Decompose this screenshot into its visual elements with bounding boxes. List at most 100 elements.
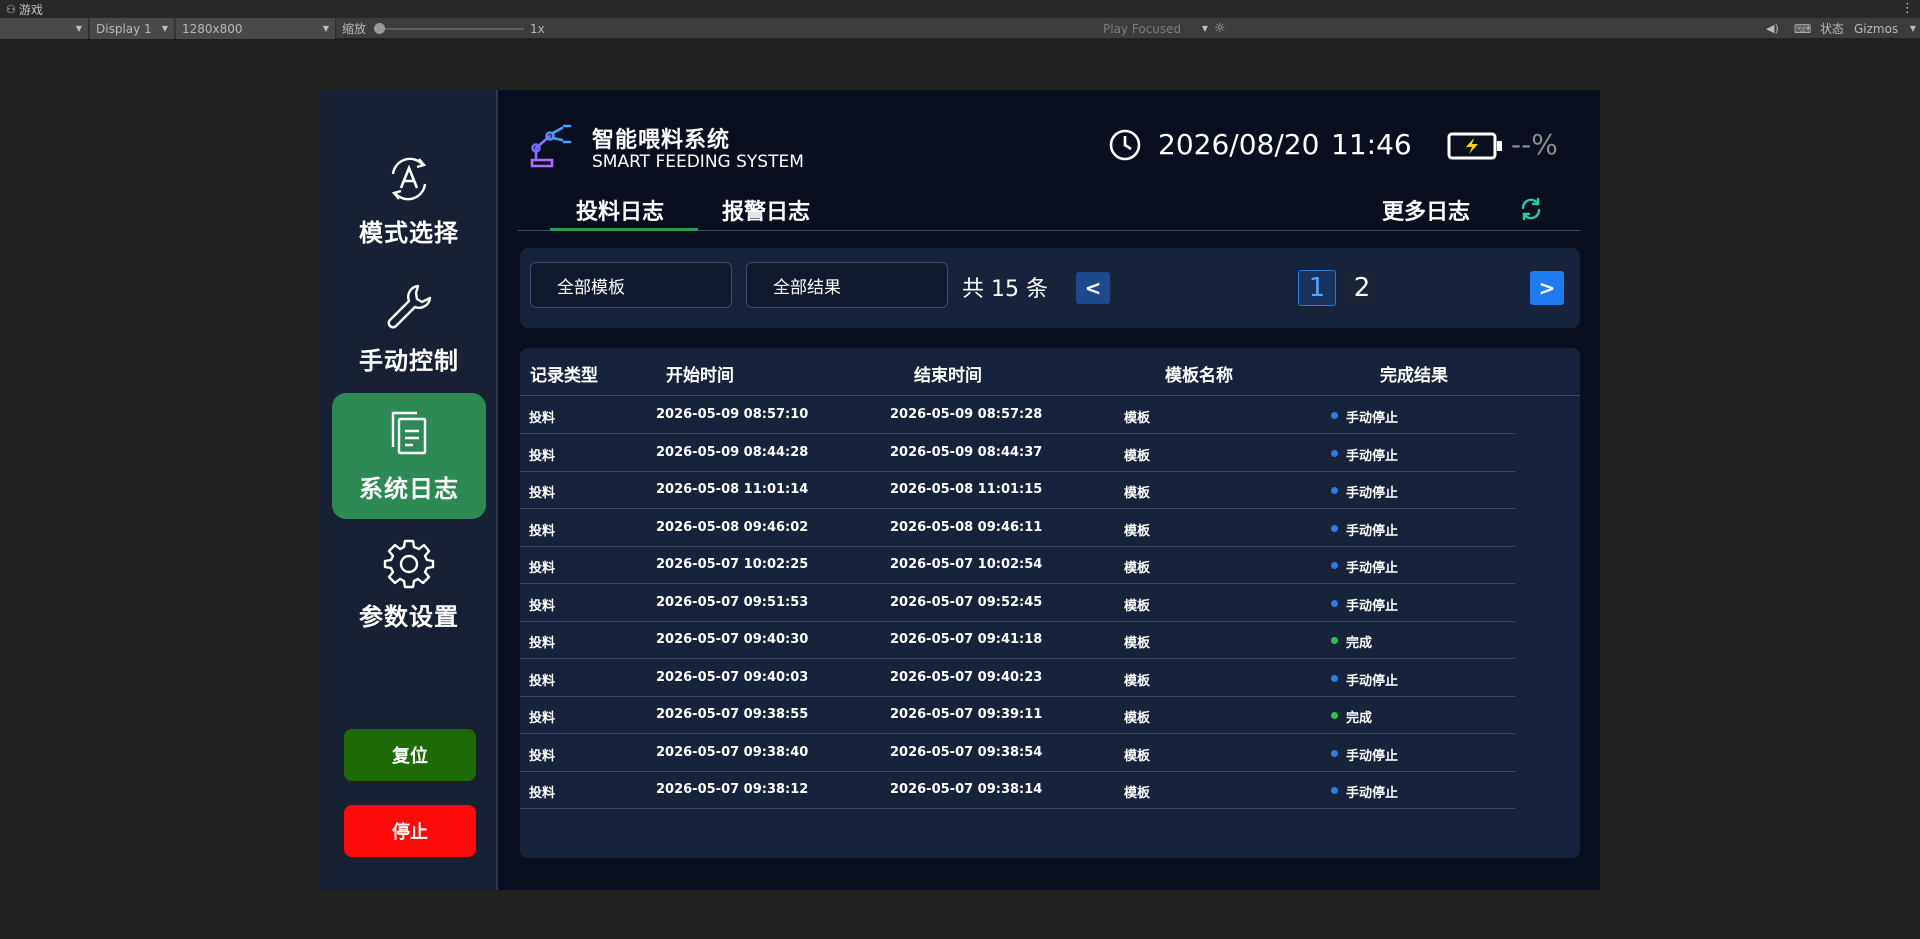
game-view-dropdown[interactable]: ▼ — [0, 18, 89, 39]
display-dropdown[interactable]: Display 1 ▼ — [90, 18, 175, 39]
table-header: 记录类型 开始时间 结束时间 模板名称 完成结果 — [520, 348, 1580, 396]
cell-template-name: 模板 — [1124, 561, 1151, 576]
nav-parameter-settings[interactable]: 参数设置 — [332, 521, 486, 647]
refresh-icon[interactable] — [1518, 196, 1544, 222]
cell-result: 完成 — [1346, 636, 1373, 651]
table-row[interactable]: 投料 2026-05-07 09:38:55 2026-05-07 09:39:11… — [520, 696, 1515, 734]
tab-alarm-log[interactable]: 报警日志 — [722, 194, 810, 226]
stop-button[interactable]: 停止 — [344, 805, 476, 857]
gizmos-label: Gizmos — [1854, 21, 1899, 36]
table-row[interactable]: 投料 2026-05-07 10:02:25 2026-05-07 10:02:54… — [520, 546, 1515, 584]
header-record-type: 记录类型 — [530, 366, 598, 386]
documents-icon — [391, 411, 427, 454]
next-page-button[interactable]: > — [1530, 271, 1564, 305]
table-row[interactable]: 投料 2026-05-07 09:38:40 2026-05-07 09:38:54… — [520, 734, 1515, 772]
tab-feed-log[interactable]: 投料日志 — [576, 194, 664, 226]
table-row[interactable]: 投料 2026-05-07 09:40:30 2026-05-07 09:41:18… — [520, 621, 1515, 659]
sidebar: 模式选择 手动控制 系统日志 参数设置 复位 停止 — [320, 90, 498, 890]
table-row[interactable]: 投料 2026-05-07 09:40:03 2026-05-07 09:40:23… — [520, 659, 1515, 697]
header-end-time: 结束时间 — [914, 366, 982, 386]
chevron-down-icon: ▼ — [322, 24, 329, 33]
editor-toolbar: ▼ Display 1 ▼ 1280x800 ▼ 缩放 1x Play Focu… — [0, 18, 1920, 39]
page-1-button[interactable]: 1 — [1298, 270, 1336, 306]
auto-mode-icon — [391, 157, 427, 200]
total-count: 共 15 条 — [962, 277, 1048, 302]
stats-button[interactable]: 状态 — [1820, 18, 1844, 39]
cell-record-type: 投料 — [529, 598, 556, 614]
resolution-dropdown[interactable]: 1280x800 ▼ — [176, 18, 336, 39]
cell-template-name: 模板 — [1124, 673, 1151, 689]
header-result: 完成结果 — [1380, 366, 1448, 386]
cell-result: 手动停止 — [1346, 523, 1399, 539]
cell-end-time: 2026-05-07 09:41:18 — [890, 632, 1043, 647]
gizmos-dropdown[interactable]: Gizmos ▼ — [1850, 18, 1920, 39]
more-options-icon[interactable]: ⋮ — [1901, 0, 1914, 18]
cell-template-name: 模板 — [1124, 448, 1151, 464]
robot-arm-logo-icon — [530, 124, 572, 168]
resolution-value: 1280x800 — [182, 21, 243, 36]
template-filter-select[interactable]: 全部模板 — [530, 262, 732, 308]
table-row[interactable]: 投料 2026-05-08 11:01:14 2026-05-08 11:01:15… — [520, 471, 1515, 509]
cell-result: 手动停止 — [1346, 486, 1399, 501]
status-dot-icon — [1331, 524, 1338, 532]
bug-icon[interactable]: ☼ — [1214, 18, 1226, 39]
cell-record-type: 投料 — [529, 448, 556, 464]
page-2-button[interactable]: 2 — [1344, 270, 1380, 306]
table-row[interactable]: 投料 2026-05-07 09:51:53 2026-05-07 09:52:45… — [520, 584, 1515, 622]
wrench-icon — [387, 284, 432, 328]
audio-icon[interactable]: ◀) — [1766, 18, 1779, 39]
cell-template-name: 模板 — [1124, 786, 1151, 801]
table-row[interactable]: 投料 2026-05-09 08:57:10 2026-05-09 08:57:28… — [520, 396, 1515, 434]
nav-manual-control[interactable]: 手动控制 — [332, 265, 486, 391]
cell-end-time: 2026-05-09 08:44:37 — [890, 444, 1043, 460]
cell-end-time: 2026-05-08 11:01:15 — [890, 482, 1043, 497]
chevron-down-icon: ▼ — [75, 24, 82, 33]
prev-page-button[interactable]: < — [1076, 272, 1110, 304]
cell-template-name: 模板 — [1124, 598, 1151, 614]
cell-end-time: 2026-05-09 08:57:28 — [890, 407, 1043, 422]
chevron-down-icon: ▼ — [1909, 24, 1916, 33]
nav-label: 系统日志 — [359, 474, 459, 503]
cell-record-type: 投料 — [529, 486, 556, 501]
table-row[interactable]: 投料 2026-05-09 08:44:28 2026-05-09 08:44:37… — [520, 434, 1515, 472]
scale-slider[interactable] — [380, 28, 524, 30]
nav-system-log[interactable]: 系统日志 — [332, 393, 486, 519]
cell-record-type: 投料 — [529, 748, 556, 764]
table-row[interactable]: 投料 2026-05-08 09:46:02 2026-05-08 09:46:11… — [520, 509, 1515, 547]
cell-start-time: 2026-05-07 09:38:12 — [656, 782, 809, 797]
cell-end-time: 2026-05-07 09:39:11 — [890, 707, 1043, 722]
cell-end-time: 2026-05-07 09:38:54 — [890, 744, 1043, 760]
cell-template-name: 模板 — [1124, 748, 1151, 764]
scale-label: 缩放 — [342, 22, 367, 36]
cell-result: 手动停止 — [1346, 598, 1399, 614]
window-title: 游戏 — [18, 2, 43, 17]
cell-start-time: 2026-05-07 09:38:55 — [656, 707, 809, 722]
cell-record-type: 投料 — [529, 711, 556, 726]
cell-start-time: 2026-05-07 10:02:25 — [656, 557, 809, 572]
scale-slider-handle[interactable] — [374, 23, 385, 34]
cell-end-time: 2026-05-08 09:46:11 — [890, 519, 1043, 535]
more-logs-link[interactable]: 更多日志 — [1382, 194, 1470, 226]
clock-icon — [1109, 129, 1141, 161]
cell-result: 手动停止 — [1346, 748, 1399, 764]
cell-record-type: 投料 — [529, 411, 556, 426]
cell-end-time: 2026-05-07 09:38:14 — [890, 782, 1043, 797]
reset-button[interactable]: 复位 — [344, 729, 476, 781]
result-filter-select[interactable]: 全部结果 — [746, 262, 948, 308]
cell-start-time: 2026-05-08 11:01:14 — [656, 482, 809, 497]
header-template-name: 模板名称 — [1165, 366, 1233, 386]
cell-record-type: 投料 — [529, 786, 556, 801]
cell-template-name: 模板 — [1124, 486, 1151, 501]
nav-mode-select[interactable]: 模式选择 — [332, 137, 486, 263]
nav-label: 参数设置 — [359, 602, 459, 631]
scale-value: 1x — [530, 21, 545, 36]
cell-template-name: 模板 — [1124, 411, 1151, 426]
nav-label: 模式选择 — [359, 218, 459, 247]
cell-start-time: 2026-05-07 09:40:03 — [656, 669, 809, 685]
table-row[interactable]: 投料 2026-05-07 09:38:12 2026-05-07 09:38:14… — [520, 771, 1515, 809]
cell-result: 手动停止 — [1346, 673, 1399, 689]
status-dot-icon — [1331, 449, 1338, 457]
cell-start-time: 2026-05-09 08:44:28 — [656, 444, 809, 460]
play-mode-dropdown[interactable]: Play Focused ▼ — [1096, 18, 1208, 39]
keyboard-icon[interactable]: ⌨ — [1794, 18, 1811, 39]
